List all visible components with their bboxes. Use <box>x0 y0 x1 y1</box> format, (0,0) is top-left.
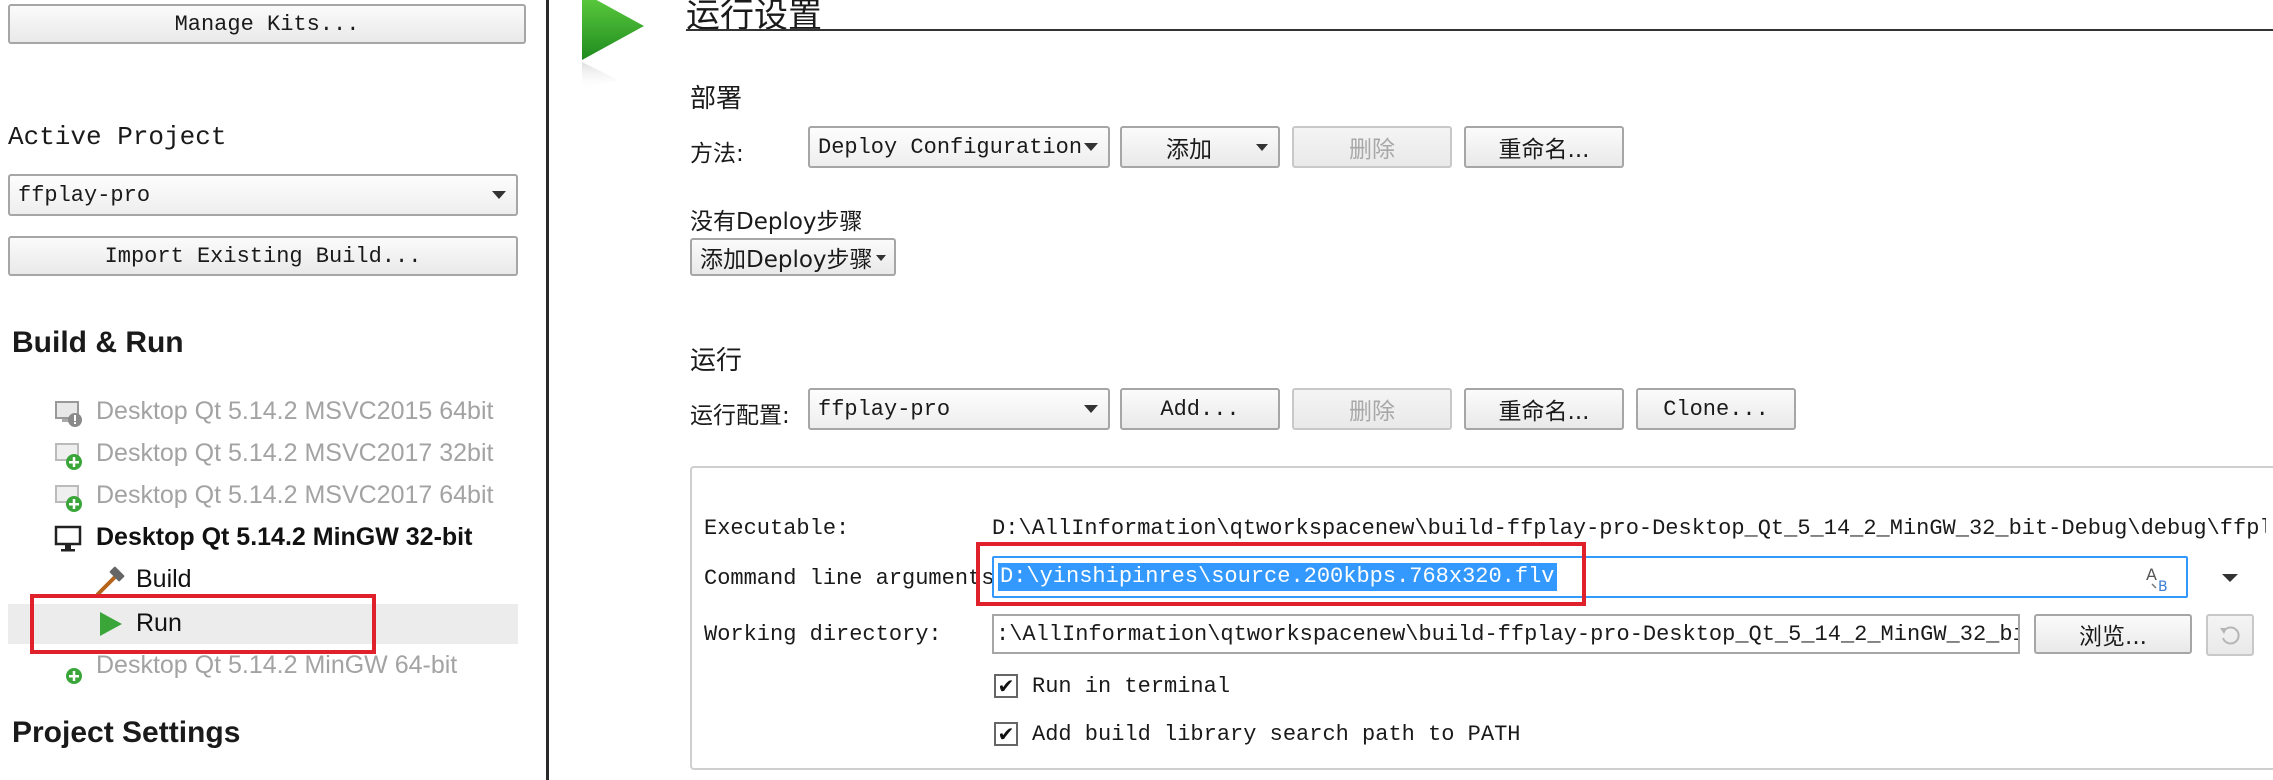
svg-text:B: B <box>2158 579 2168 594</box>
run-clone-button[interactable]: Clone... <box>1636 388 1796 430</box>
kit-label: Desktop Qt 5.14.2 MSVC2015 64bit <box>96 397 494 425</box>
kit-label: Desktop Qt 5.14.2 MinGW 32-bit <box>96 523 473 551</box>
deploy-add-label: 添加 <box>1166 137 1212 163</box>
kit-label: Desktop Qt 5.14.2 MinGW 64-bit <box>96 651 458 679</box>
monitor-icon <box>54 525 82 552</box>
run-config-value: ffplay-pro <box>818 396 951 422</box>
run-in-terminal-label: Run in terminal <box>1032 674 1231 699</box>
run-delete-button[interactable]: 删除 <box>1292 388 1452 430</box>
browse-button[interactable]: 浏览... <box>2034 614 2192 654</box>
svg-text:A: A <box>2146 565 2157 584</box>
kit-item-msvc2017-32[interactable]: Desktop Qt 5.14.2 MSVC2017 32bit <box>54 436 524 472</box>
build-item-label: Build <box>136 565 192 593</box>
deploy-delete-button[interactable]: 删除 <box>1292 126 1452 168</box>
kit-label: Desktop Qt 5.14.2 MSVC2017 64bit <box>96 481 494 509</box>
deploy-rename-button[interactable]: 重命名... <box>1464 126 1624 168</box>
working-directory-value: :\AllInformation\qtworkspacenew\build-ff… <box>996 622 2020 647</box>
chevron-down-icon <box>492 191 506 199</box>
run-in-terminal-checkbox[interactable]: ✔ <box>994 674 1018 698</box>
add-deploy-step-label: 添加Deploy步骤 <box>700 247 873 273</box>
browse-label: 浏览... <box>2079 624 2147 650</box>
run-rename-label: 重命名... <box>1498 399 1590 425</box>
args-highlight-box <box>976 542 1586 606</box>
add-library-path-checkbox[interactable]: ✔ <box>994 722 1018 746</box>
kit-item-msvc2017-64[interactable]: Desktop Qt 5.14.2 MSVC2017 64bit <box>54 478 524 514</box>
kit-item-mingw-32[interactable]: Desktop Qt 5.14.2 MinGW 32-bit <box>54 520 524 556</box>
run-add-button[interactable]: Add... <box>1120 388 1280 430</box>
no-deploy-steps-label: 没有Deploy步骤 <box>690 209 863 235</box>
add-deploy-step-button[interactable]: 添加Deploy步骤 <box>690 238 896 276</box>
deploy-method-label: 方法: <box>690 141 744 167</box>
kit-add-icon <box>55 485 82 512</box>
chevron-down-icon <box>1084 405 1098 413</box>
kit-warning-icon <box>55 401 82 427</box>
kit-item-msvc2015-64[interactable]: Desktop Qt 5.14.2 MSVC2015 64bit <box>54 394 524 430</box>
run-delete-label: 删除 <box>1349 399 1395 425</box>
run-heading: 运行 <box>690 346 743 376</box>
kit-add-icon <box>66 668 82 684</box>
import-existing-build-button[interactable]: Import Existing Build... <box>8 236 518 276</box>
reset-working-directory-button[interactable] <box>2206 614 2254 656</box>
kit-item-mingw-64[interactable]: Desktop Qt 5.14.2 MinGW 64-bit <box>54 648 524 684</box>
deploy-config-value: Deploy Configuration <box>818 134 1083 160</box>
chevron-down-icon <box>1084 143 1098 151</box>
page-title: 运行设置 <box>686 0 822 36</box>
project-settings-heading: Project Settings <box>12 716 241 749</box>
build-run-heading: Build & Run <box>12 326 184 359</box>
reset-icon <box>2220 626 2240 645</box>
add-library-path-label: Add build library search path to PATH <box>1032 722 1521 747</box>
working-directory-label: Working directory: <box>704 622 942 647</box>
args-history-dropdown-icon[interactable] <box>2222 574 2238 582</box>
deploy-delete-label: 删除 <box>1349 137 1395 163</box>
command-line-args-label: Command line arguments <box>704 566 995 591</box>
variable-chooser-icon[interactable]: A B <box>2144 564 2176 594</box>
run-config-label: 运行配置: <box>690 403 790 429</box>
deploy-config-select[interactable]: Deploy Configuration <box>808 126 1110 168</box>
run-settings-icon <box>582 0 644 90</box>
panel-divider <box>546 0 549 780</box>
deploy-heading: 部署 <box>690 84 743 114</box>
manage-kits-button[interactable]: Manage Kits... <box>8 4 526 44</box>
title-underline <box>686 29 2273 31</box>
kit-add-icon <box>55 443 82 470</box>
run-config-select[interactable]: ffplay-pro <box>808 388 1110 430</box>
active-project-value: ffplay-pro <box>18 182 151 208</box>
kit-label: Desktop Qt 5.14.2 MSVC2017 32bit <box>96 439 494 467</box>
run-highlight-box <box>30 594 376 654</box>
active-project-label: Active Project <box>8 122 227 152</box>
run-rename-button[interactable]: 重命名... <box>1464 388 1624 430</box>
working-directory-input[interactable]: :\AllInformation\qtworkspacenew\build-ff… <box>992 614 2020 654</box>
chevron-down-icon <box>876 255 886 261</box>
executable-label: Executable: <box>704 516 850 541</box>
deploy-rename-label: 重命名... <box>1498 137 1590 163</box>
build-item[interactable]: Build <box>94 562 524 598</box>
chevron-down-icon <box>1256 144 1268 151</box>
active-project-select[interactable]: ffplay-pro <box>8 174 518 216</box>
deploy-add-button[interactable]: 添加 <box>1120 126 1280 168</box>
executable-value: D:\AllInformation\qtworkspacenew\build-f… <box>992 516 2266 541</box>
